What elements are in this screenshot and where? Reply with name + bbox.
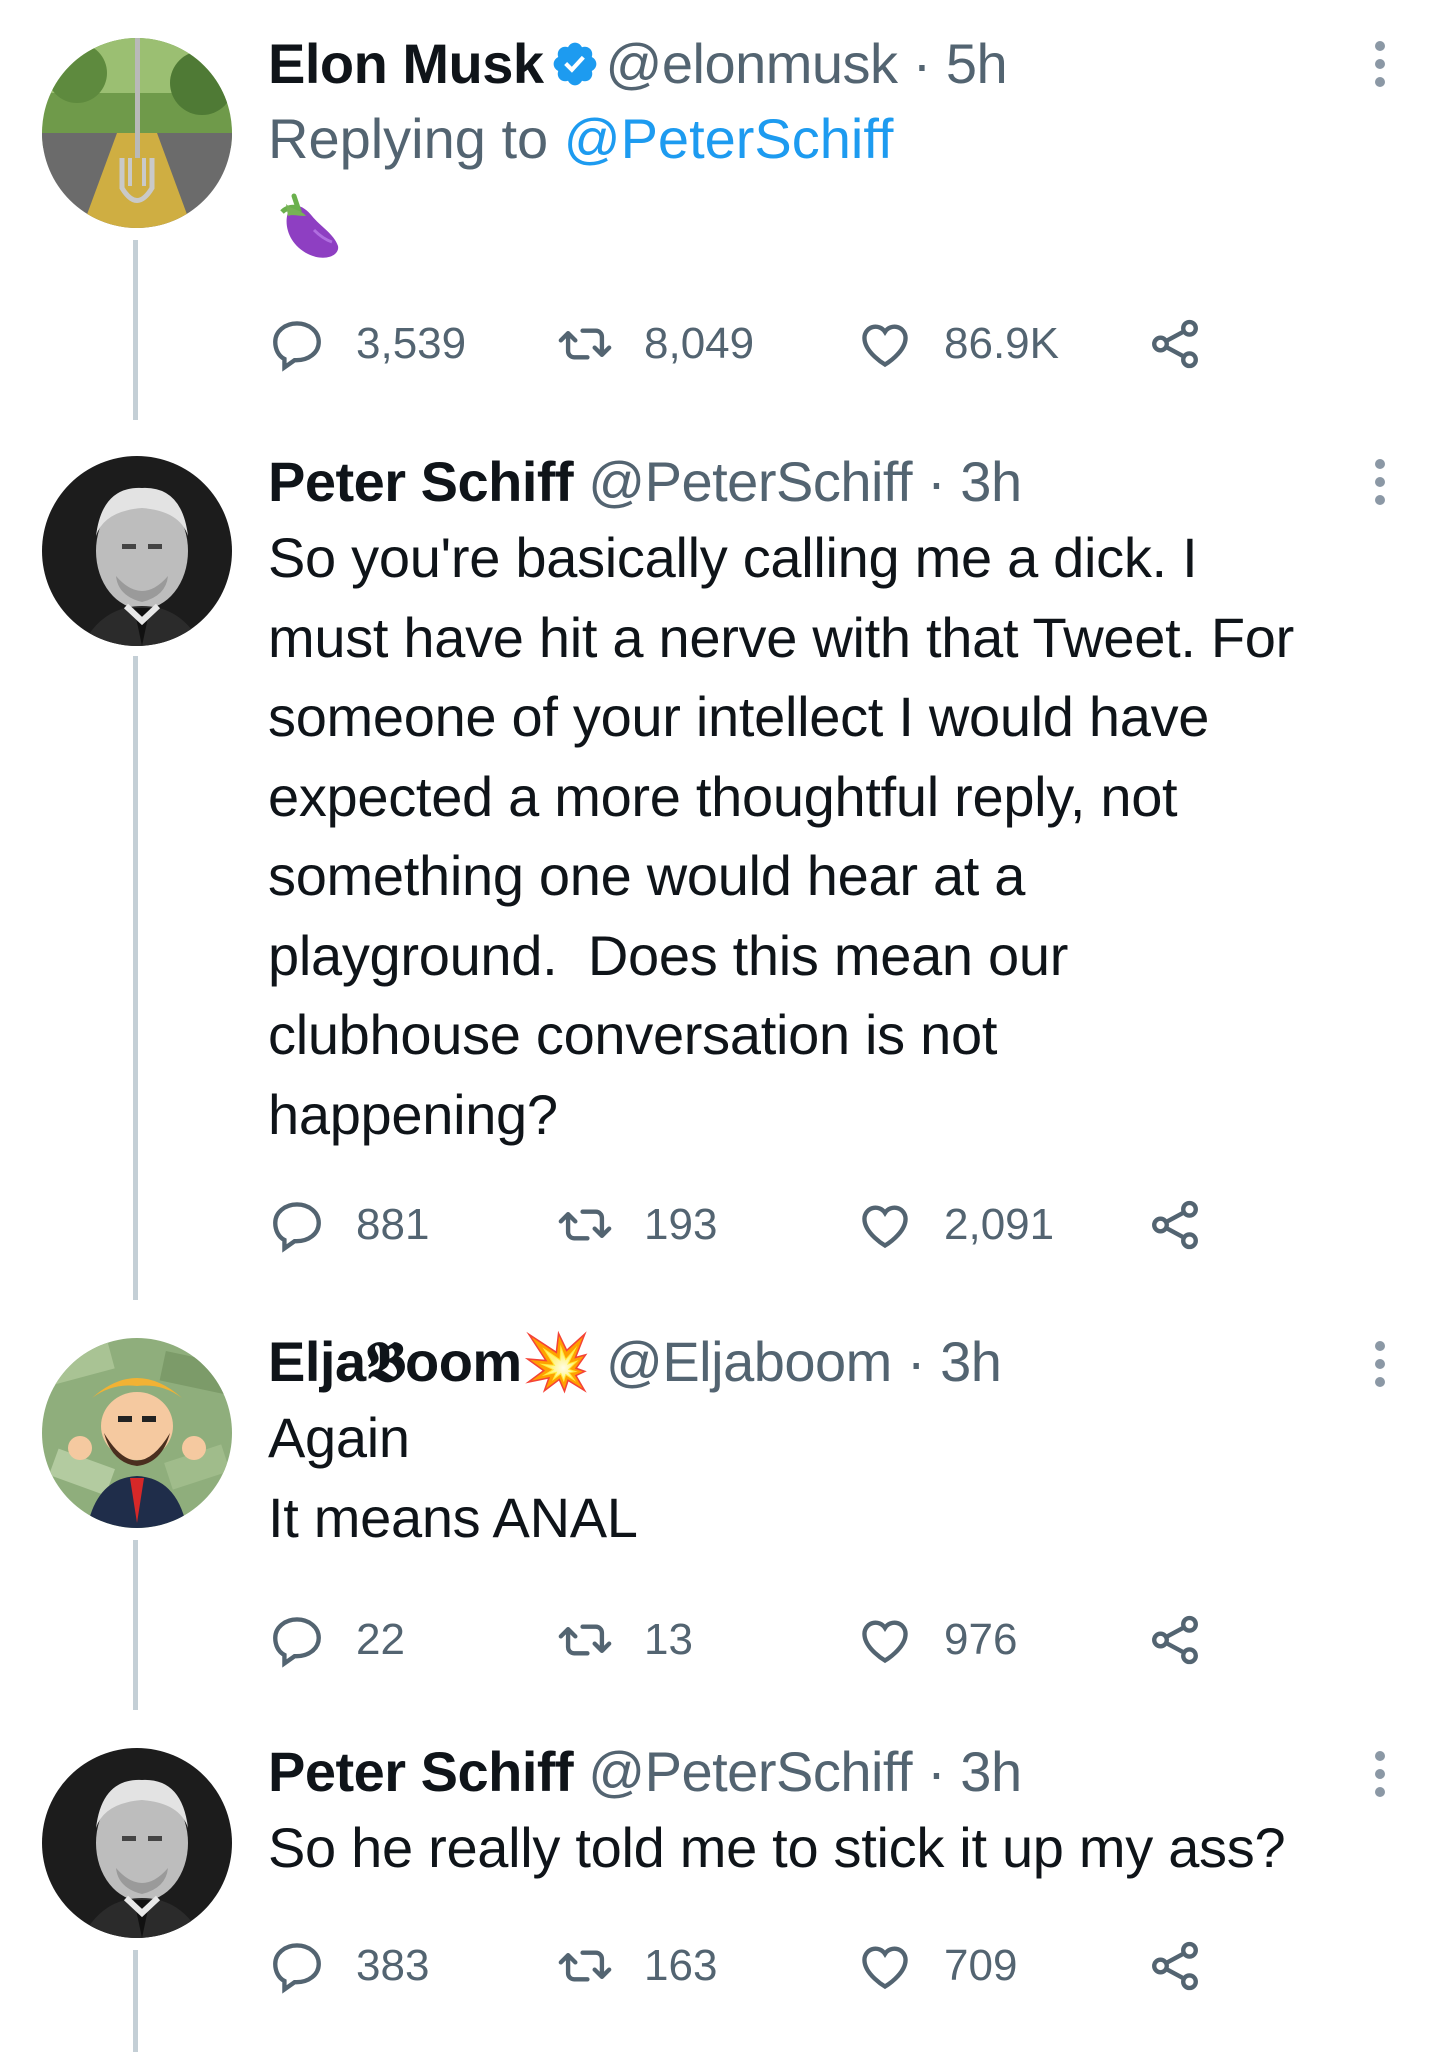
reply-count: 881 (356, 1200, 430, 1249)
more-options-icon[interactable] (1372, 40, 1388, 88)
tweet-header: Elon Musk @elonmusk · 5h (268, 28, 1400, 100)
tweet-actions: 881 193 2,091 (268, 1195, 1268, 1255)
thread-connector (133, 1540, 138, 1710)
reply-button[interactable]: 3,539 (268, 314, 466, 374)
more-options-icon[interactable] (1372, 1750, 1388, 1798)
reply-count: 383 (356, 1941, 430, 1990)
retweet-button[interactable]: 13 (556, 1610, 693, 1670)
separator-dot: · (906, 1330, 926, 1393)
timestamp[interactable]: 3h (940, 1330, 1002, 1393)
tweet-header: Peter Schiff @PeterSchiff · 3h (268, 446, 1400, 518)
thread-connector (133, 240, 138, 420)
display-name[interactable]: Elja𝕭oom💥 (268, 1330, 591, 1393)
like-icon (862, 324, 908, 368)
tweet-text: So he really told me to stick it up my a… (268, 1816, 1286, 1879)
like-button[interactable]: 2,091 (856, 1195, 1054, 1255)
like-icon (862, 1205, 908, 1249)
share-icon (1152, 1615, 1198, 1665)
reply-button[interactable]: 383 (268, 1936, 429, 1996)
user-handle[interactable]: @Eljaboom (606, 1330, 892, 1393)
tweet-header: Elja𝕭oom💥 @Eljaboom · 3h (268, 1326, 1400, 1398)
replying-prefix: Replying to (268, 107, 564, 170)
replying-to: Replying to @PeterSchiff (268, 100, 1400, 178)
thread-connector (133, 1950, 138, 2052)
tweet-actions: 22 13 976 (268, 1610, 1268, 1670)
retweet-icon (558, 1209, 612, 1241)
timestamp[interactable]: 3h (960, 1740, 1022, 1803)
tweet-text: Again It means ANAL (268, 1406, 638, 1549)
tweet-eljaboom[interactable]: Elja𝕭oom💥 @Eljaboom · 3h Again It means … (0, 1300, 1440, 1710)
eggplant-icon (280, 193, 339, 258)
retweet-icon (558, 1950, 612, 1982)
display-name[interactable]: Peter Schiff (268, 1740, 574, 1803)
timestamp[interactable]: 3h (960, 450, 1022, 513)
share-icon (1152, 1941, 1198, 1991)
separator-dot: · (912, 32, 932, 95)
like-button[interactable]: 976 (856, 1610, 1017, 1670)
share-button[interactable] (1146, 1936, 1234, 1996)
tweet-actions: 3,539 8,049 86.9K (268, 314, 1268, 374)
retweet-count: 8,049 (644, 319, 755, 368)
like-button[interactable]: 86.9K (856, 314, 1059, 374)
reply-icon (273, 321, 321, 372)
separator-dot: · (927, 1740, 946, 1803)
reply-button[interactable]: 881 (268, 1195, 429, 1255)
man-portrait-avatar[interactable] (42, 1748, 232, 1938)
like-count: 709 (944, 1941, 1018, 1990)
retweet-icon (558, 1624, 612, 1656)
tweet-elon[interactable]: Elon Musk @elonmusk · 5h Replying to @Pet… (0, 0, 1440, 420)
share-button[interactable] (1146, 314, 1234, 374)
replying-mention-link[interactable]: @PeterSchiff (564, 107, 894, 170)
more-options-icon[interactable] (1372, 1340, 1388, 1388)
retweet-button[interactable]: 193 (556, 1195, 717, 1255)
tweet-thread: Elon Musk @elonmusk · 5h Replying to @Pet… (0, 0, 1440, 2052)
fork-in-road-avatar[interactable] (42, 38, 232, 228)
user-handle[interactable]: @PeterSchiff (588, 450, 912, 513)
share-button[interactable] (1146, 1610, 1234, 1670)
tweet-schiff-2[interactable]: Peter Schiff @PeterSchiff · 3h So he rea… (0, 1710, 1440, 2052)
like-count: 86.9K (944, 319, 1059, 368)
tweet-emoji (268, 186, 1400, 264)
reply-count: 22 (356, 1615, 405, 1664)
retweet-icon (558, 328, 612, 360)
tweet-header: Peter Schiff @PeterSchiff · 3h (268, 1736, 1400, 1808)
tweet-text: So you're basically calling me a dick. I… (268, 526, 1294, 1146)
share-icon (1152, 319, 1198, 369)
retweet-count: 193 (644, 1200, 718, 1249)
user-handle[interactable]: @elonmusk (606, 32, 899, 95)
timestamp[interactable]: 5h (946, 32, 1008, 95)
retweet-button[interactable]: 8,049 (556, 314, 754, 374)
retweet-count: 13 (644, 1615, 693, 1664)
reply-icon (273, 1617, 321, 1668)
more-options-icon[interactable] (1372, 458, 1388, 506)
like-count: 2,091 (944, 1200, 1055, 1249)
like-icon (862, 1946, 908, 1990)
like-button[interactable]: 709 (856, 1936, 1017, 1996)
retweet-count: 163 (644, 1941, 718, 1990)
display-name[interactable]: Elon Musk (268, 32, 544, 95)
display-name[interactable]: Peter Schiff (268, 450, 574, 513)
thread-connector (133, 656, 138, 1300)
reply-count: 3,539 (356, 319, 467, 368)
separator-dot: · (927, 450, 946, 513)
tweet-actions: 383 163 709 (268, 1936, 1268, 1996)
man-portrait-avatar[interactable] (42, 456, 232, 646)
share-button[interactable] (1146, 1195, 1234, 1255)
reply-icon (273, 1943, 321, 1994)
like-count: 976 (944, 1615, 1018, 1664)
like-icon (862, 1620, 908, 1664)
user-handle[interactable]: @PeterSchiff (588, 1740, 912, 1803)
share-icon (1152, 1200, 1198, 1250)
reply-icon (273, 1202, 321, 1253)
tweet-schiff-1[interactable]: Peter Schiff @PeterSchiff · 3h So you're… (0, 420, 1440, 1300)
cartoon-money-avatar[interactable] (42, 1338, 232, 1528)
reply-button[interactable]: 22 (268, 1610, 405, 1670)
verified-badge-icon (553, 42, 596, 86)
retweet-button[interactable]: 163 (556, 1936, 717, 1996)
